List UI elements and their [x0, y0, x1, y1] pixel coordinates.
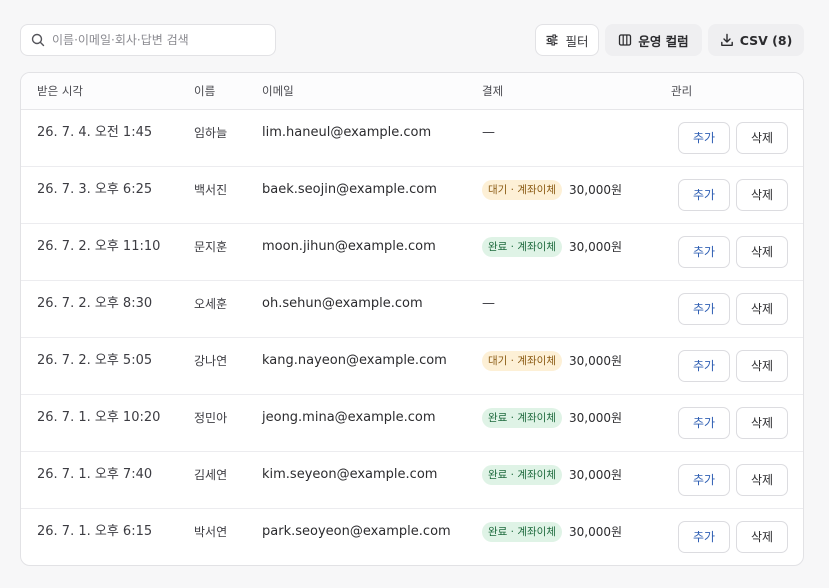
- table-row[interactable]: 26. 7. 1. 오후 6:15 박서연 park.seoyeon@example…: [21, 509, 803, 565]
- delete-button[interactable]: 삭제: [736, 179, 788, 211]
- payment-cell: 완료 · 계좌이체 30,000원: [482, 224, 622, 270]
- row-actions: 추가 삭제: [678, 179, 788, 211]
- delete-button[interactable]: 삭제: [736, 122, 788, 154]
- header-email[interactable]: 이메일: [262, 73, 294, 110]
- table-row[interactable]: 26. 7. 4. 오전 1:45 임하늘 lim.haneul@example.c…: [21, 110, 803, 167]
- received-time: 26. 7. 3. 오후 6:25: [37, 182, 153, 197]
- applicant-email: kang.nayeon@example.com: [262, 353, 447, 368]
- payment-empty: —: [482, 296, 495, 311]
- applicant-email: jeong.mina@example.com: [262, 410, 436, 425]
- row-actions: 추가 삭제: [678, 350, 788, 382]
- payment-amount: 30,000원: [568, 240, 623, 254]
- applicant-name: 임하늘: [194, 126, 228, 140]
- search-icon: [31, 33, 45, 47]
- delete-button[interactable]: 삭제: [736, 293, 788, 325]
- csv-download-button[interactable]: CSV (8): [708, 24, 804, 56]
- received-time: 26. 7. 2. 오후 11:10: [37, 239, 161, 254]
- applicant-email: kim.seyeon@example.com: [262, 467, 438, 482]
- payment-amount: 30,000원: [568, 525, 623, 539]
- row-actions: 추가 삭제: [678, 464, 788, 496]
- applicant-email: park.seoyeon@example.com: [262, 524, 451, 539]
- columns-button[interactable]: 운영 컬럼: [605, 24, 702, 56]
- payment-amount: 30,000원: [568, 411, 623, 425]
- payment-cell: 완료 · 계좌이체 30,000원: [482, 509, 622, 555]
- sliders-icon: [546, 34, 558, 46]
- payment-status-badge: 대기 · 계좌이체: [482, 180, 562, 200]
- payment-cell: —: [482, 110, 495, 156]
- download-icon: [720, 33, 733, 47]
- received-time: 26. 7. 1. 오후 6:15: [37, 524, 153, 539]
- payment-cell: 완료 · 계좌이체 30,000원: [482, 452, 622, 498]
- filter-label: 필터: [565, 33, 589, 49]
- table-row[interactable]: 26. 7. 2. 오후 11:10 문지훈 moon.jihun@example.…: [21, 224, 803, 281]
- payment-empty: —: [482, 125, 495, 140]
- applicant-name: 정민아: [194, 411, 228, 425]
- add-button[interactable]: 추가: [678, 179, 730, 211]
- search-input[interactable]: [52, 33, 262, 47]
- received-time: 26. 7. 1. 오후 7:40: [37, 467, 153, 482]
- columns-icon: [619, 34, 632, 46]
- applicant-email: oh.sehun@example.com: [262, 296, 423, 311]
- payment-status-badge: 완료 · 계좌이체: [482, 522, 562, 542]
- applicant-name: 김세연: [194, 468, 228, 482]
- applicant-name: 백서진: [194, 183, 228, 197]
- payment-status-badge: 완료 · 계좌이체: [482, 408, 562, 428]
- payment-amount: 30,000원: [568, 183, 623, 197]
- applicant-email: moon.jihun@example.com: [262, 239, 436, 254]
- applicant-email: lim.haneul@example.com: [262, 125, 432, 140]
- search-box[interactable]: [20, 24, 276, 56]
- add-button[interactable]: 추가: [678, 464, 730, 496]
- header-payment[interactable]: 결제: [482, 73, 503, 110]
- filter-button[interactable]: 필터: [535, 24, 599, 56]
- delete-button[interactable]: 삭제: [736, 236, 788, 268]
- header-time[interactable]: 받은 시각: [37, 73, 83, 110]
- table-row[interactable]: 26. 7. 1. 오후 7:40 김세연 kim.seyeon@example.c…: [21, 452, 803, 509]
- applicant-name: 문지훈: [194, 240, 228, 254]
- delete-button[interactable]: 삭제: [736, 350, 788, 382]
- payment-amount: 30,000원: [568, 354, 623, 368]
- applicant-name: 강나연: [194, 354, 228, 368]
- received-time: 26. 7. 2. 오후 5:05: [37, 353, 153, 368]
- payment-cell: 대기 · 계좌이체 30,000원: [482, 167, 622, 213]
- delete-button[interactable]: 삭제: [736, 407, 788, 439]
- payment-status-badge: 대기 · 계좌이체: [482, 351, 562, 371]
- payment-status-badge: 완료 · 계좌이체: [482, 237, 562, 257]
- table-header: 받은 시각 이름 이메일 결제 관리: [21, 73, 803, 110]
- add-button[interactable]: 추가: [678, 122, 730, 154]
- applicant-name: 박서연: [194, 525, 228, 539]
- add-button[interactable]: 추가: [678, 293, 730, 325]
- columns-label: 운영 컬럼: [638, 33, 689, 49]
- row-actions: 추가 삭제: [678, 407, 788, 439]
- header-manage: 관리: [671, 84, 693, 98]
- received-time: 26. 7. 2. 오후 8:30: [37, 296, 153, 311]
- add-button[interactable]: 추가: [678, 350, 730, 382]
- payment-cell: 대기 · 계좌이체 30,000원: [482, 338, 622, 384]
- payment-amount: 30,000원: [568, 468, 623, 482]
- row-actions: 추가 삭제: [678, 122, 788, 154]
- row-actions: 추가 삭제: [678, 236, 788, 268]
- table-row[interactable]: 26. 7. 2. 오후 5:05 강나연 kang.nayeon@example.…: [21, 338, 803, 395]
- row-actions: 추가 삭제: [678, 521, 788, 553]
- delete-button[interactable]: 삭제: [736, 464, 788, 496]
- toolbar: 필터 운영 컬럼 CSV (8): [20, 24, 804, 56]
- applicant-email: baek.seojin@example.com: [262, 182, 437, 197]
- received-time: 26. 7. 4. 오전 1:45: [37, 125, 153, 140]
- header-name[interactable]: 이름: [194, 73, 215, 110]
- received-time: 26. 7. 1. 오후 10:20: [37, 410, 161, 425]
- payment-cell: —: [482, 281, 495, 327]
- add-button[interactable]: 추가: [678, 236, 730, 268]
- add-button[interactable]: 추가: [678, 521, 730, 553]
- payment-cell: 완료 · 계좌이체 30,000원: [482, 395, 622, 441]
- table-row[interactable]: 26. 7. 2. 오후 8:30 오세훈 oh.sehun@example.com…: [21, 281, 803, 338]
- add-button[interactable]: 추가: [678, 407, 730, 439]
- submissions-table: 받은 시각 이름 이메일 결제 관리 26. 7. 4. 오전 1:45 임하늘 l…: [20, 72, 804, 566]
- applicant-name: 오세훈: [194, 297, 228, 311]
- csv-label: CSV (8): [739, 32, 793, 48]
- table-row[interactable]: 26. 7. 1. 오후 10:20 정민아 jeong.mina@example.…: [21, 395, 803, 452]
- delete-button[interactable]: 삭제: [736, 521, 788, 553]
- row-actions: 추가 삭제: [678, 293, 788, 325]
- payment-status-badge: 완료 · 계좌이체: [482, 465, 562, 485]
- table-row[interactable]: 26. 7. 3. 오후 6:25 백서진 baek.seojin@example.…: [21, 167, 803, 224]
